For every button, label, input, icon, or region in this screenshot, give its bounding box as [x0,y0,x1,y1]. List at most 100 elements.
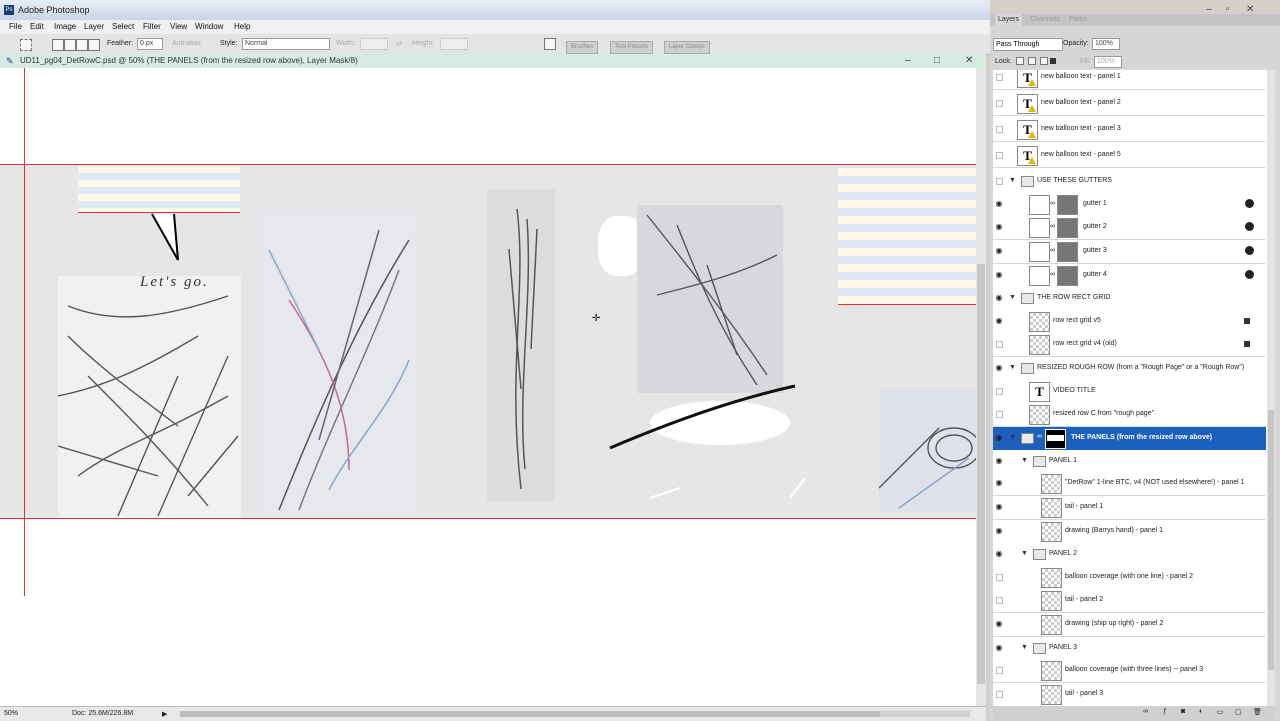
marquee-tool-icon[interactable] [20,39,32,51]
visibility-toggle[interactable] [996,411,1003,419]
visibility-toggle[interactable] [996,690,1003,698]
layer-effects-icon[interactable] [1245,269,1254,279]
layer-row[interactable]: balloon coverage (with three lines) -- p… [993,659,1266,684]
expand-triangle-icon[interactable]: ▼ [1021,457,1028,464]
mask-link-icon[interactable]: ∞ [1050,247,1055,254]
layer-row[interactable]: balloon coverage (with one line) - panel… [993,565,1266,590]
eye-icon[interactable]: ◉ [994,222,1004,232]
eye-icon[interactable]: ◉ [994,619,1004,629]
opacity-input[interactable]: 100% [1092,38,1120,50]
eye-icon[interactable]: ◉ [994,549,1004,559]
layer-row[interactable]: ◉ "DetRow" 1-line BTC, v4 (NOT used elsew… [993,472,1266,497]
status-menu-arrow-icon[interactable]: ▶ [162,710,167,718]
visibility-toggle[interactable] [996,667,1003,675]
height-input[interactable] [440,38,468,50]
add-to-selection-icon[interactable] [64,39,76,51]
style-select[interactable]: Normal [242,38,330,50]
layer-row[interactable]: ▼ USE THESE GUTTERS [993,170,1266,194]
visibility-toggle[interactable] [996,387,1003,395]
zoom-level[interactable]: 50% [4,710,18,717]
expand-triangle-icon[interactable]: ▼ [1009,434,1016,441]
layer-row[interactable]: ◉ ▼ PANEL 1 [993,449,1266,474]
layer-row[interactable]: ◉ ∞ gutter 4 [993,263,1266,288]
horizontal-scrollbar[interactable] [180,711,970,717]
menu-edit[interactable]: Edit [30,22,44,31]
layer-row[interactable]: ◉ ▼ PANEL 3 [993,636,1266,661]
add-mask-icon[interactable]: ◙ [1181,708,1185,715]
expand-triangle-icon[interactable]: ▼ [1009,177,1016,184]
layer-row[interactable]: T VIDEO TITLE [993,379,1266,404]
fill-input[interactable]: 100% [1094,56,1122,68]
menu-file[interactable]: File [9,22,22,31]
link-layers-icon[interactable]: ∞ [1143,708,1148,715]
feather-input[interactable]: 0 px [137,38,163,50]
layer-effects-icon[interactable] [1245,198,1254,208]
palette-tab-0[interactable]: Brushes [566,41,599,54]
new-group-icon[interactable]: ▭ [1217,708,1224,716]
layers-scrollbar[interactable] [1267,70,1275,706]
visibility-toggle[interactable] [996,152,1003,159]
panel-tab-channels[interactable]: Channels [1027,14,1063,26]
layer-row[interactable]: Tnew balloon text - panel 5 [993,144,1266,168]
layer-mask-thumbnail[interactable] [1045,428,1066,449]
eye-icon[interactable]: ◉ [994,643,1004,653]
menu-image[interactable]: Image [54,22,76,31]
antialias-checkbox[interactable]: Anti-alias [172,40,201,47]
width-input[interactable] [360,38,388,50]
layer-row[interactable]: ◉ ▼ RESIZED ROUGH ROW (from a "Rough Page"… [993,357,1266,381]
h-scroll-thumb[interactable] [180,711,880,717]
adjustment-layer-icon[interactable]: ◐ [1199,708,1203,715]
mask-link-icon[interactable]: ∞ [1037,433,1042,440]
layer-mask-thumbnail[interactable] [1057,194,1078,215]
layer-row[interactable]: tail - panel 3 [993,682,1266,706]
layer-style-icon[interactable]: ƒ [1163,708,1167,715]
document-canvas[interactable]: Let's go. ✛ [0,68,976,706]
delete-layer-icon[interactable]: 🗑 [1253,708,1262,716]
panel-tab-layers[interactable]: Layers [995,14,1023,26]
eye-icon[interactable]: ◉ [994,293,1004,303]
layer-row[interactable]: ◉ tail - panel 1 [993,495,1266,520]
subtract-selection-icon[interactable] [76,39,88,51]
lock-all-icon[interactable] [1050,58,1056,64]
layer-row[interactable]: resized row C from "rough page" [993,403,1266,428]
layer-mask-thumbnail[interactable] [1057,241,1078,262]
layer-row[interactable]: Tnew balloon text - panel 2 [993,92,1266,116]
eye-icon[interactable]: ◉ [994,478,1004,488]
menu-layer[interactable]: Layer [84,22,104,31]
layer-row[interactable]: ◉ drawing (ship up right) - panel 2 [993,613,1266,637]
expand-triangle-icon[interactable]: ▼ [1021,644,1028,651]
layers-scroll-thumb[interactable] [1268,410,1274,670]
visibility-toggle[interactable] [996,178,1003,185]
eye-icon[interactable]: ◉ [994,246,1004,256]
layer-row[interactable]: ◉ ▼ THE ROW RECT GRID [993,287,1266,312]
new-layer-icon[interactable]: ▢ [1235,708,1242,716]
panel-tab-paths[interactable]: Paths [1066,14,1090,26]
eye-icon[interactable]: ◉ [994,502,1004,512]
menu-select[interactable]: Select [112,22,134,31]
visibility-toggle[interactable] [996,573,1003,581]
doc-maximize-icon[interactable]: □ [934,55,940,66]
vertical-scrollbar[interactable] [976,68,986,706]
mask-link-icon[interactable]: ∞ [1050,200,1055,207]
lock-pixels-icon[interactable] [1028,57,1036,65]
layer-mask-thumbnail[interactable] [1057,265,1078,286]
eye-icon[interactable]: ◉ [994,433,1004,443]
eye-icon[interactable]: ◉ [994,363,1004,373]
new-selection-icon[interactable] [52,39,64,51]
mask-link-icon[interactable]: ∞ [1050,223,1055,230]
menu-filter[interactable]: Filter [143,22,161,31]
expand-triangle-icon[interactable]: ▼ [1021,550,1028,557]
visibility-toggle[interactable] [996,126,1003,133]
visibility-toggle[interactable] [996,597,1003,605]
mask-link-icon[interactable]: ∞ [1050,271,1055,278]
palette-tab-2[interactable]: Layer Comps [664,41,710,54]
blend-mode-select[interactable]: Pass Through [993,38,1063,51]
eye-icon[interactable]: ◉ [994,199,1004,209]
layer-row[interactable]: ◉ ▼ PANEL 2 [993,543,1266,568]
layer-effects-icon[interactable] [1245,222,1254,232]
layer-row[interactable]: tail - panel 2 [993,589,1266,614]
eye-icon[interactable]: ◉ [994,456,1004,466]
expand-triangle-icon[interactable]: ▼ [1009,294,1016,301]
layer-row[interactable]: Tnew balloon text - panel 1 [993,70,1266,90]
layer-effects-icon[interactable] [1245,245,1254,255]
